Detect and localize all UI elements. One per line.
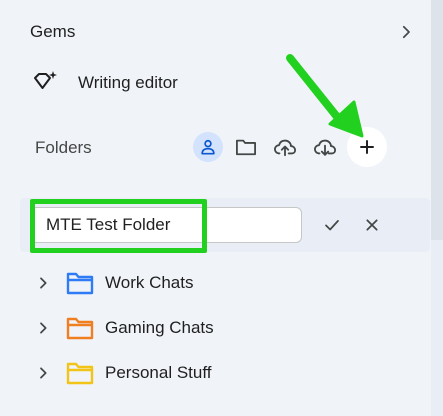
folder-label: Work Chats [105, 273, 194, 292]
folder-item-work-chats[interactable]: Work Chats [20, 263, 420, 303]
folder-name-input[interactable] [30, 207, 302, 243]
upload-button[interactable] [270, 132, 300, 162]
gem-sparkle-icon [34, 71, 57, 89]
gem-item-writing-editor[interactable]: Writing editor [20, 60, 420, 104]
folder-item-gaming-chats[interactable]: Gaming Chats [20, 308, 420, 348]
person-icon [201, 139, 215, 155]
gems-title: Gems [30, 22, 76, 41]
gem-item-label: Writing editor [78, 73, 178, 92]
folder-icon [236, 139, 256, 156]
folder-icon [66, 317, 94, 340]
cloud-upload-icon [273, 139, 296, 157]
chevron-right-icon[interactable] [397, 23, 415, 41]
cloud-download-icon [313, 139, 336, 156]
check-icon [325, 220, 339, 231]
scrollbar-track[interactable] [431, 0, 443, 416]
chevron-right-icon[interactable] [35, 365, 51, 381]
chevron-right-icon[interactable] [35, 320, 51, 336]
plus-icon [360, 140, 374, 154]
close-icon [366, 219, 378, 231]
folders-title: Folders [35, 138, 92, 157]
filter-mine-button[interactable] [193, 132, 223, 162]
chevron-right-icon[interactable] [35, 275, 51, 291]
download-button[interactable] [310, 132, 340, 162]
folder-label: Personal Stuff [105, 363, 212, 382]
folder-label: Gaming Chats [105, 318, 214, 337]
folder-item-personal-stuff[interactable]: Personal Stuff [20, 353, 420, 393]
scrollbar-thumb[interactable] [431, 0, 443, 240]
confirm-button[interactable] [318, 211, 346, 239]
new-folder-row [20, 198, 430, 252]
folder-icon [66, 362, 94, 385]
folder-view-button[interactable] [231, 132, 261, 162]
folder-icon [66, 272, 94, 295]
cancel-button[interactable] [358, 211, 386, 239]
new-folder-button[interactable] [347, 127, 387, 167]
gems-section-header[interactable]: Gems [0, 12, 430, 52]
